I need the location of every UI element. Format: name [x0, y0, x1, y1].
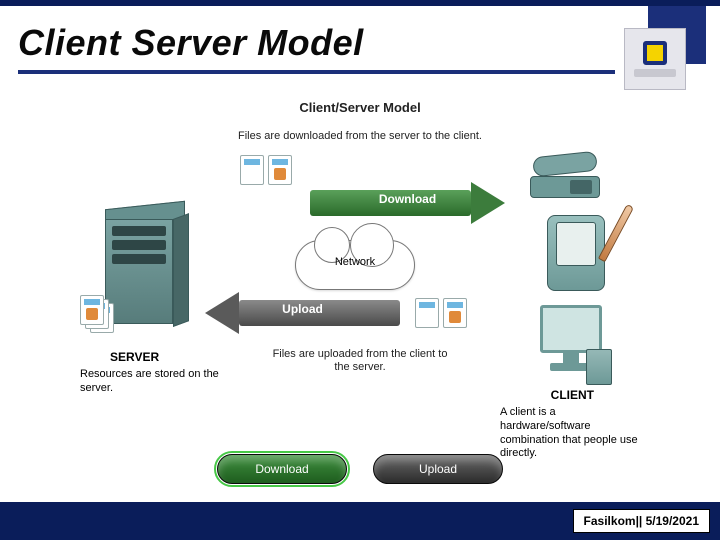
file-icon [415, 298, 439, 328]
phone-icon [530, 150, 600, 198]
logo-inner-icon [643, 41, 667, 65]
slide-title: Client Server Model [18, 22, 364, 64]
download-arrow-label: Download [310, 192, 505, 206]
client-description: A client is a hardware/software combinat… [500, 406, 648, 461]
pda-icon [547, 215, 605, 291]
title-bar: Client Server Model [18, 8, 702, 78]
stylus-icon [598, 204, 634, 262]
file-icon [443, 298, 467, 328]
client-label: CLIENT [551, 388, 594, 402]
files-download-icon [240, 155, 292, 185]
network-cloud-icon: Network [295, 240, 415, 290]
diagram-heading: Client/Server Model [80, 100, 640, 115]
client-computer-icon [532, 305, 610, 383]
corner-logo [616, 6, 706, 86]
download-arrow: Download [310, 182, 505, 224]
network-label: Network [295, 256, 415, 268]
upload-arrow: Upload [205, 292, 400, 334]
top-border [0, 0, 720, 6]
logo-ribbon [634, 69, 676, 77]
footer-text: Fasilkom|| 5/19/2021 [573, 509, 710, 533]
download-caption: Files are downloaded from the server to … [80, 130, 640, 142]
footer-bar: Fasilkom|| 5/19/2021 [0, 502, 720, 540]
diagram-area: Client/Server Model Files are downloaded… [80, 100, 640, 500]
upload-arrow-label: Upload [205, 302, 400, 316]
server-files-icon [80, 295, 120, 337]
file-icon [268, 155, 292, 185]
title-underline [18, 70, 615, 74]
diagram-buttons: Download Upload [80, 454, 640, 484]
file-icon [240, 155, 264, 185]
logo-badge [624, 28, 686, 90]
download-button[interactable]: Download [217, 454, 347, 484]
files-upload-icon [415, 298, 467, 328]
upload-button[interactable]: Upload [373, 454, 503, 484]
